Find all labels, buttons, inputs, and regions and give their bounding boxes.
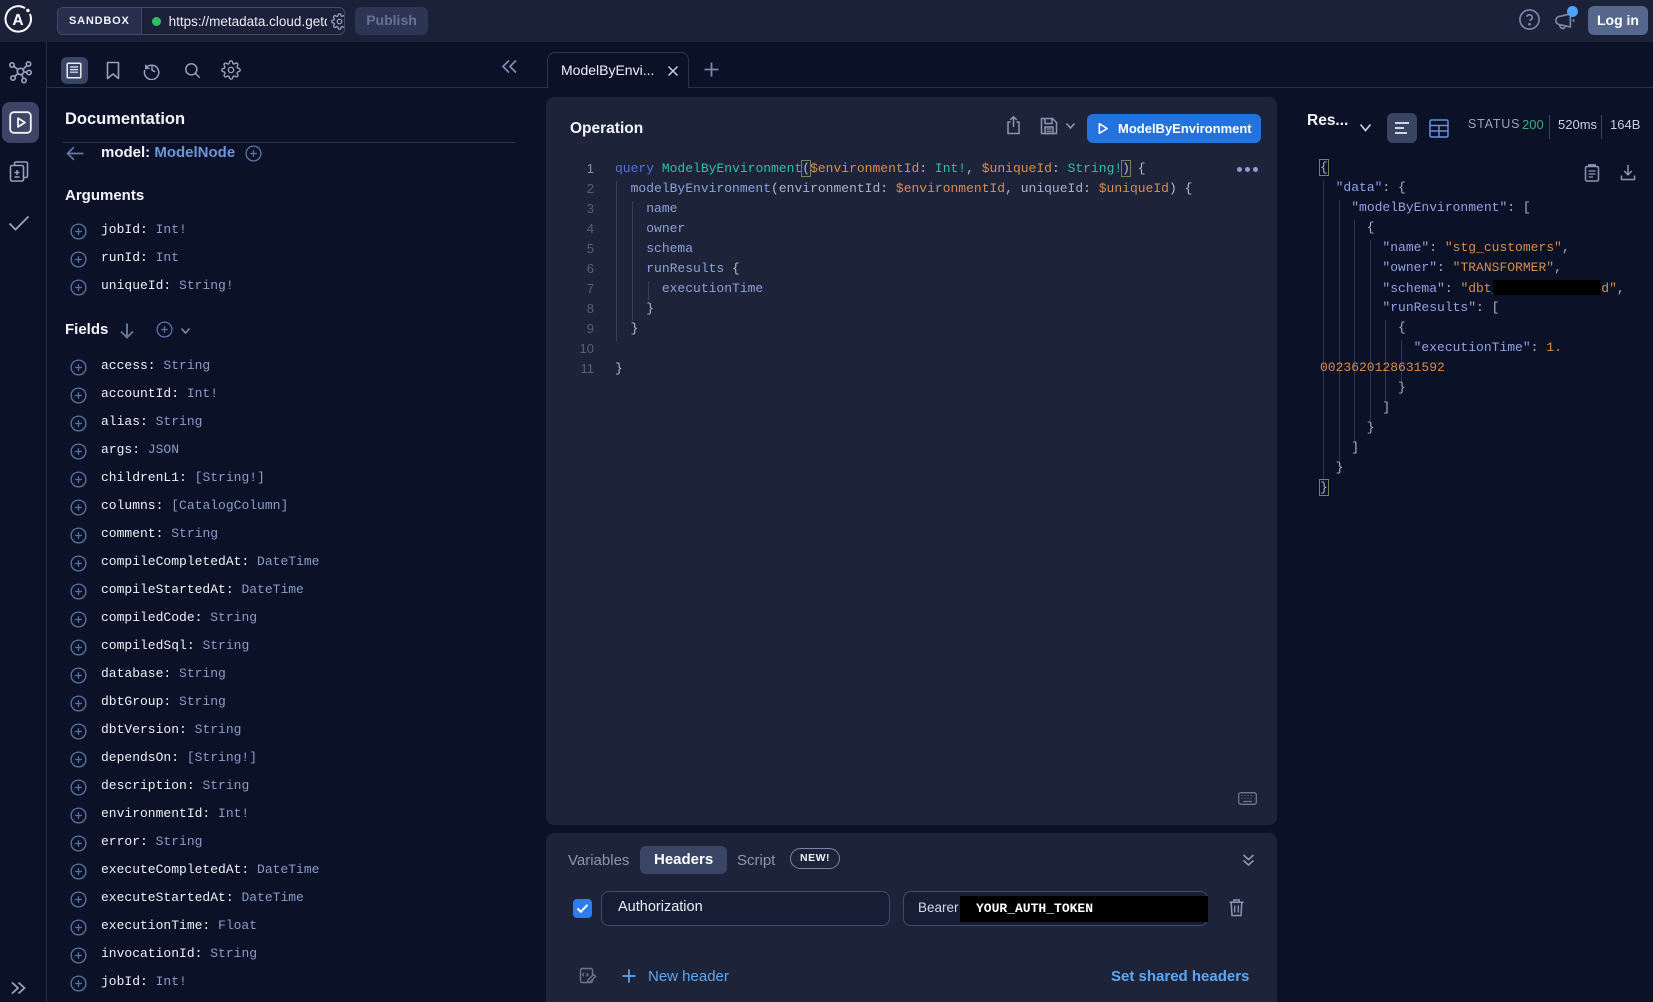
svg-text:A: A <box>12 12 23 29</box>
